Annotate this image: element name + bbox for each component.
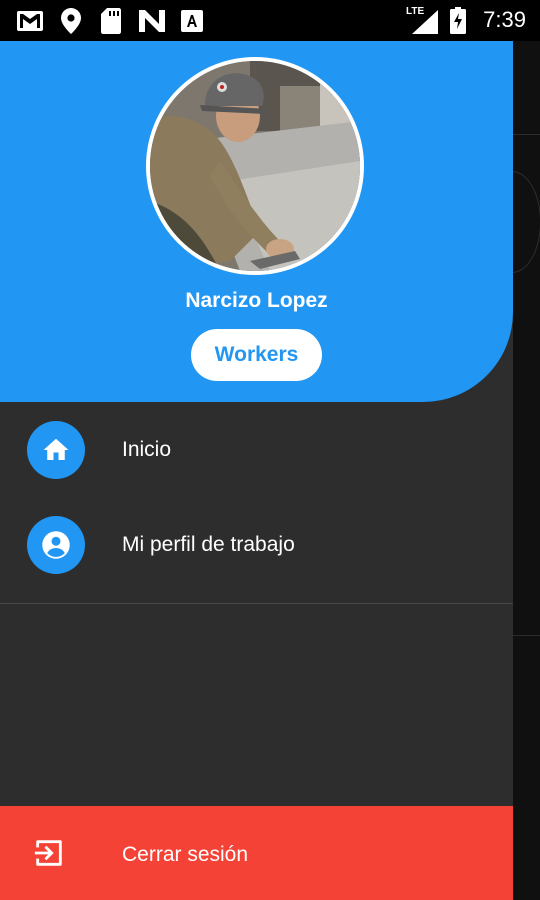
scrim[interactable] <box>483 41 540 900</box>
home-icon <box>43 438 69 460</box>
sd-card-icon <box>101 8 121 34</box>
background-divider <box>513 134 540 135</box>
avatar[interactable] <box>146 57 364 275</box>
logout-button[interactable]: Cerrar sesión <box>0 806 513 900</box>
status-bar: LTE 7:39 <box>0 0 540 41</box>
menu-item-label: Mi perfil de trabajo <box>122 533 295 556</box>
exit-icon <box>34 840 62 866</box>
gmail-icon <box>17 11 43 31</box>
background-divider <box>513 635 540 636</box>
divider <box>0 603 513 604</box>
account-circle-icon <box>42 531 70 559</box>
logout-label: Cerrar sesión <box>122 843 249 866</box>
user-name: Narcizo Lopez <box>185 289 328 312</box>
drawer-header: Narcizo Lopez Workers <box>0 41 513 402</box>
menu-icon-circle <box>27 421 85 479</box>
a-app-icon <box>181 10 203 32</box>
navigation-drawer: Narcizo Lopez Workers Inicio Mi perfil d… <box>0 41 513 900</box>
profile-photo <box>150 61 360 271</box>
menu-item-mi-perfil[interactable]: Mi perfil de trabajo <box>0 500 513 590</box>
n-app-icon <box>139 10 165 32</box>
signal-icon <box>412 10 438 34</box>
battery-charging-icon <box>450 7 466 34</box>
menu-item-inicio[interactable]: Inicio <box>0 405 513 495</box>
clock: 7:39 <box>483 7 526 32</box>
menu-icon-circle <box>27 516 85 574</box>
menu-item-label: Inicio <box>122 438 172 461</box>
location-icon <box>61 8 81 34</box>
role-button[interactable]: Workers <box>191 329 322 381</box>
